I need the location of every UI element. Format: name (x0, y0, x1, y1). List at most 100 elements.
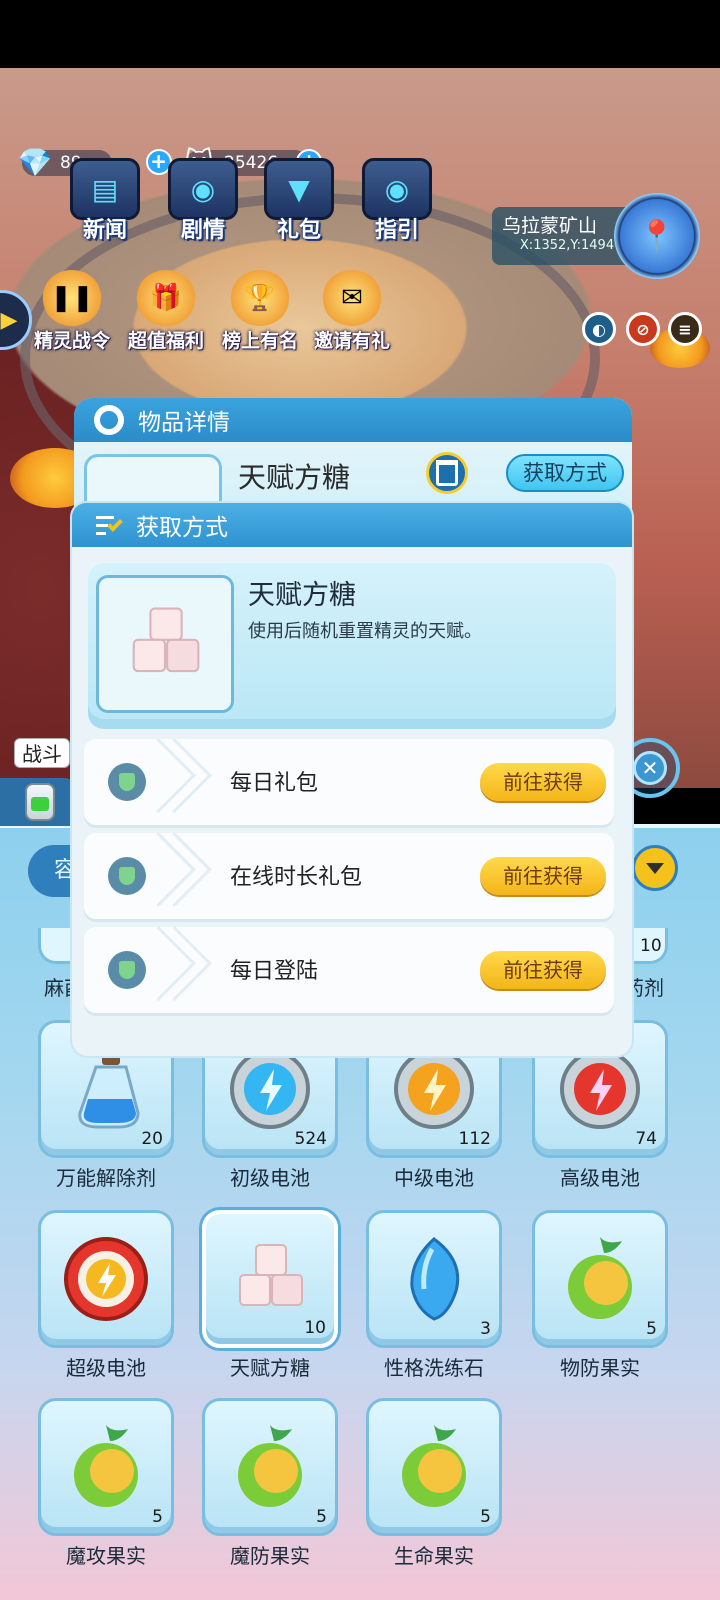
guide-icon: ◉ (362, 158, 432, 220)
guide-button[interactable]: ◉ 指引 (354, 158, 440, 254)
item-name: 初级电池 (230, 1166, 310, 1190)
crystal-icon (410, 1237, 460, 1321)
gear-icon (94, 405, 124, 435)
go-obtain-button[interactable]: 前往获得 (480, 857, 606, 895)
obtain-item-info: 天赋方糖 使用后随机重置精灵的天赋。 (88, 563, 616, 729)
menu-list-icon[interactable]: ≡ (668, 312, 702, 346)
story-label: 剧情 (180, 218, 225, 243)
status-bar (0, 0, 720, 68)
diamond-icon: 💎 (17, 146, 53, 179)
battery-icon (25, 783, 55, 821)
fruit-icon (74, 1425, 138, 1507)
source-row-online-gift: 在线时长礼包 前往获得 (84, 833, 614, 919)
item-name: 超级电池 (66, 1356, 146, 1380)
spirit-pass-button[interactable]: ❚❚ 精灵战令 (34, 270, 110, 360)
dropdown-chevron-icon[interactable] (632, 845, 678, 891)
book-icon: ◉ (168, 158, 238, 220)
item-count: 524 (294, 1129, 327, 1149)
sugar-cube-icon (239, 1244, 303, 1306)
item-name: 生命果实 (394, 1544, 474, 1568)
guide-label: 指引 (374, 218, 419, 243)
invite-letter-icon: ✉ (322, 270, 382, 326)
item-name: 高级电池 (560, 1166, 640, 1190)
obtain-item-name: 天赋方糖 (248, 580, 356, 611)
item-name: 天赋方糖 (230, 1356, 310, 1380)
source-label: 每日礼包 (230, 771, 319, 796)
battle-tab[interactable] (0, 778, 80, 826)
story-button[interactable]: ◉ 剧情 (160, 158, 246, 254)
item-count: 3 (480, 1319, 491, 1339)
fruit-icon (238, 1425, 302, 1507)
item-count: 10 (640, 936, 662, 956)
battle-tab-label: 战斗 (14, 738, 70, 768)
inventory-item-selected[interactable]: 10 天赋方糖 (202, 1210, 342, 1380)
obtain-dialog-header: 获取方式 (72, 503, 632, 547)
invite-label: 邀请有礼 (314, 330, 391, 352)
source-row-daily-gift: 每日礼包 前往获得 (84, 739, 614, 825)
chevron-decoration (162, 927, 192, 1013)
battery-super-icon (64, 1237, 148, 1321)
inventory-item[interactable]: 5 魔防果实 (202, 1398, 342, 1568)
go-obtain-button[interactable]: 前往获得 (480, 763, 606, 801)
source-row-daily-login: 每日登陆 前往获得 (84, 927, 614, 1013)
gift-icon: 🎁 (136, 270, 196, 326)
item-detail-header: 物品详情 (74, 398, 632, 442)
mute-icon[interactable]: ⊘ (626, 312, 660, 346)
obtain-method-dialog: 获取方式 天赋方糖 使用后随机重置精灵的天赋。 每日礼包 前往获得 在线时长礼包… (72, 503, 632, 1056)
obtain-dialog-title: 获取方式 (136, 515, 228, 541)
gift-pack-button[interactable]: ▼ 礼包 (256, 158, 342, 254)
value-welfare-label: 超值福利 (128, 330, 205, 352)
news-label: 新闻 (82, 218, 127, 243)
go-obtain-button[interactable]: 前往获得 (480, 951, 606, 989)
item-count: 5 (316, 1507, 327, 1527)
obtain-item-thumbnail (96, 575, 234, 713)
trash-icon[interactable] (426, 452, 468, 494)
item-name: 万能解除剂 (56, 1166, 156, 1190)
inventory-item[interactable]: 3 性格洗练石 (366, 1210, 506, 1380)
map-pin-icon: 📍 (638, 218, 676, 254)
item-count: 5 (646, 1319, 657, 1339)
item-count: 20 (141, 1129, 163, 1149)
item-name: 性格洗练石 (384, 1356, 484, 1380)
source-label: 每日登陆 (230, 959, 319, 984)
location-coords: X:1352,Y:1494 (519, 238, 615, 253)
chevron-decoration (162, 833, 192, 919)
close-icon: ✕ (633, 751, 667, 785)
location-name: 乌拉蒙矿山 (502, 215, 598, 237)
chevron-decoration (162, 739, 192, 825)
item-count: 112 (458, 1129, 491, 1149)
item-count: 10 (304, 1318, 326, 1338)
fruit-icon (568, 1237, 632, 1319)
item-detail-name: 天赋方糖 (238, 461, 351, 494)
inventory-item[interactable]: 5 物防果实 (532, 1210, 672, 1380)
invite-button[interactable]: ✉ 邀请有礼 (314, 270, 390, 360)
inventory-item[interactable]: 超级电池 (38, 1210, 178, 1380)
newspaper-icon: ▤ (70, 158, 140, 220)
spirit-pass-label: 精灵战令 (34, 330, 111, 352)
item-name: 魔防果实 (230, 1544, 310, 1568)
value-welfare-button[interactable]: 🎁 超值福利 (128, 270, 204, 360)
sugar-cube-icon (132, 607, 200, 673)
item-count: 5 (152, 1507, 163, 1527)
leaderboard-button[interactable]: 🏆 榜上有名 (222, 270, 298, 360)
gift-box-icon: ▼ (264, 158, 334, 220)
item-name: 物防果实 (560, 1356, 640, 1380)
inventory-item[interactable]: 5 魔攻果实 (38, 1398, 178, 1568)
inventory-item[interactable]: 5 生命果实 (366, 1398, 506, 1568)
map-button[interactable]: 📍 (614, 193, 700, 279)
fruit-icon (402, 1425, 466, 1507)
spirit-pass-icon: ❚❚ (42, 270, 102, 326)
item-name: 中级电池 (394, 1166, 474, 1190)
item-name: 魔攻果实 (66, 1544, 146, 1568)
gift-pack-label: 礼包 (276, 218, 321, 243)
obtain-method-button[interactable]: 获取方式 (506, 454, 624, 492)
trophy-icon: 🏆 (230, 270, 290, 326)
speaker-icon[interactable]: ◐ (582, 312, 616, 346)
item-count: 5 (480, 1507, 491, 1527)
item-count: 74 (635, 1129, 657, 1149)
news-button[interactable]: ▤ 新闻 (62, 158, 148, 254)
leaderboard-label: 榜上有名 (222, 330, 299, 352)
checklist-icon (96, 514, 124, 536)
source-label: 在线时长礼包 (230, 865, 363, 890)
obtain-item-description: 使用后随机重置精灵的天赋。 (248, 621, 482, 642)
